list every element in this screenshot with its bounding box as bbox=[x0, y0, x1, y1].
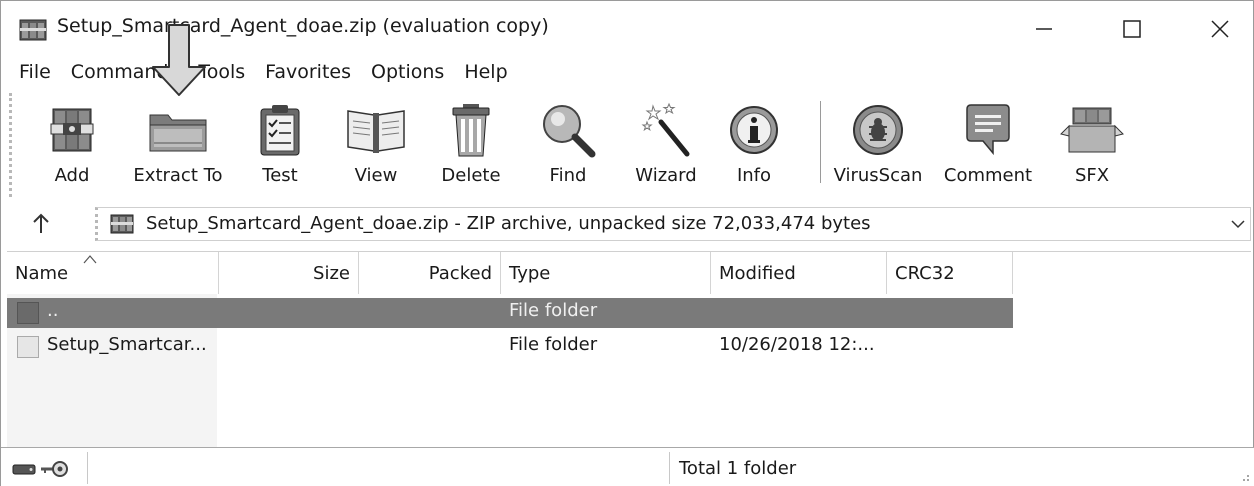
column-size-label: Size bbox=[313, 262, 350, 284]
status-separator bbox=[87, 452, 88, 484]
menu-options[interactable]: Options bbox=[365, 59, 450, 89]
chevron-down-icon[interactable] bbox=[1230, 218, 1246, 230]
view-button[interactable]: View bbox=[338, 97, 414, 193]
toolbar-separator bbox=[820, 101, 821, 183]
resize-grip-icon[interactable] bbox=[1237, 469, 1251, 483]
winrar-app-icon bbox=[19, 19, 47, 41]
extract-to-button[interactable]: Extract To bbox=[128, 97, 228, 193]
virusscan-label: VirusScan bbox=[833, 165, 923, 186]
trash-icon bbox=[452, 104, 490, 157]
row-name: .. bbox=[47, 300, 59, 321]
status-separator bbox=[669, 452, 670, 484]
close-icon bbox=[1211, 20, 1229, 38]
table-row[interactable]: .. File folder bbox=[7, 298, 1013, 328]
info-button[interactable]: Info bbox=[726, 97, 782, 193]
test-button[interactable]: Test bbox=[248, 97, 312, 193]
maximize-button[interactable] bbox=[1103, 9, 1161, 49]
drive-key-icon bbox=[12, 461, 68, 477]
comment-icon bbox=[966, 104, 1010, 156]
info-icon bbox=[730, 106, 778, 154]
extract-to-label: Extract To bbox=[133, 165, 223, 186]
info-label: Info bbox=[736, 165, 772, 186]
menu-bar: File Commands Tools Favorites Options He… bbox=[1, 59, 522, 89]
find-label: Find bbox=[549, 165, 587, 186]
archive-path-field[interactable]: Setup_Smartcard_Agent_doae.zip - ZIP arc… bbox=[95, 207, 1251, 241]
status-summary: Total 1 folder bbox=[679, 458, 797, 479]
row-type: File folder bbox=[509, 334, 598, 355]
menu-file[interactable]: File bbox=[13, 59, 57, 89]
column-crc-label: CRC32 bbox=[895, 262, 955, 284]
parent-folder-icon bbox=[17, 302, 39, 324]
delete-button[interactable]: Delete bbox=[436, 97, 506, 193]
virus-scan-icon bbox=[853, 105, 903, 155]
add-archive-icon bbox=[50, 108, 94, 152]
find-button[interactable]: Find bbox=[538, 97, 598, 193]
minimize-icon bbox=[1036, 28, 1052, 30]
sfx-label: SFX bbox=[1074, 165, 1110, 186]
virusscan-button[interactable]: VirusScan bbox=[830, 97, 926, 193]
column-header-name[interactable]: Name bbox=[7, 252, 219, 294]
view-label: View bbox=[354, 165, 398, 186]
winrar-window: Setup_Smartcard_Agent_doae.zip (evaluati… bbox=[0, 0, 1254, 486]
zip-archive-icon bbox=[110, 214, 134, 234]
row-name: Setup_Smartcar... bbox=[47, 334, 207, 355]
column-header-packed[interactable]: Packed bbox=[359, 252, 501, 294]
row-type: File folder bbox=[509, 300, 598, 321]
add-label: Add bbox=[54, 165, 90, 186]
view-book-icon bbox=[347, 110, 405, 153]
row-modified: 10/26/2018 12:... bbox=[719, 334, 875, 355]
maximize-icon bbox=[1123, 20, 1141, 38]
status-bar: Total 1 folder bbox=[1, 447, 1254, 486]
wizard-button[interactable]: Wizard bbox=[632, 97, 700, 193]
column-header-type[interactable]: Type bbox=[501, 252, 711, 294]
close-button[interactable] bbox=[1191, 9, 1249, 49]
sfx-box-icon bbox=[1060, 107, 1124, 153]
up-arrow-icon[interactable] bbox=[29, 211, 53, 237]
extract-folder-icon bbox=[149, 114, 207, 152]
file-list: Name Size Packed Type Modified CRC32 .. … bbox=[7, 251, 1251, 448]
comment-button[interactable]: Comment bbox=[940, 97, 1036, 193]
column-name-label: Name bbox=[15, 262, 69, 284]
archive-path-text: Setup_Smartcard_Agent_doae.zip - ZIP arc… bbox=[146, 213, 871, 234]
comment-label: Comment bbox=[943, 165, 1033, 186]
column-packed-label: Packed bbox=[428, 262, 492, 284]
toolbar: Add Extract To Test View Delete Find Wiz… bbox=[9, 93, 1249, 197]
menu-favorites[interactable]: Favorites bbox=[259, 59, 357, 89]
address-bar: Setup_Smartcard_Agent_doae.zip - ZIP arc… bbox=[1, 199, 1254, 249]
add-button[interactable]: Add bbox=[40, 97, 104, 193]
pointer-arrow-icon bbox=[152, 24, 206, 96]
folder-icon bbox=[17, 336, 39, 358]
table-row[interactable]: Setup_Smartcar... File folder 10/26/2018… bbox=[7, 332, 1013, 362]
minimize-button[interactable] bbox=[1015, 9, 1073, 49]
wizard-label: Wizard bbox=[635, 165, 697, 186]
delete-label: Delete bbox=[441, 165, 501, 186]
column-header-size[interactable]: Size bbox=[219, 252, 359, 294]
sfx-button[interactable]: SFX bbox=[1056, 97, 1128, 193]
magic-wand-icon bbox=[641, 102, 690, 157]
test-clipboard-icon bbox=[260, 105, 300, 156]
test-label: Test bbox=[262, 165, 298, 186]
column-header-crc32[interactable]: CRC32 bbox=[887, 252, 1013, 294]
magnifier-icon bbox=[543, 105, 596, 158]
column-type-label: Type bbox=[509, 262, 551, 284]
column-modified-label: Modified bbox=[719, 262, 796, 284]
column-header-modified[interactable]: Modified bbox=[711, 252, 887, 294]
window-title: Setup_Smartcard_Agent_doae.zip (evaluati… bbox=[57, 15, 549, 37]
sort-ascending-icon bbox=[83, 255, 97, 264]
menu-help[interactable]: Help bbox=[458, 59, 513, 89]
